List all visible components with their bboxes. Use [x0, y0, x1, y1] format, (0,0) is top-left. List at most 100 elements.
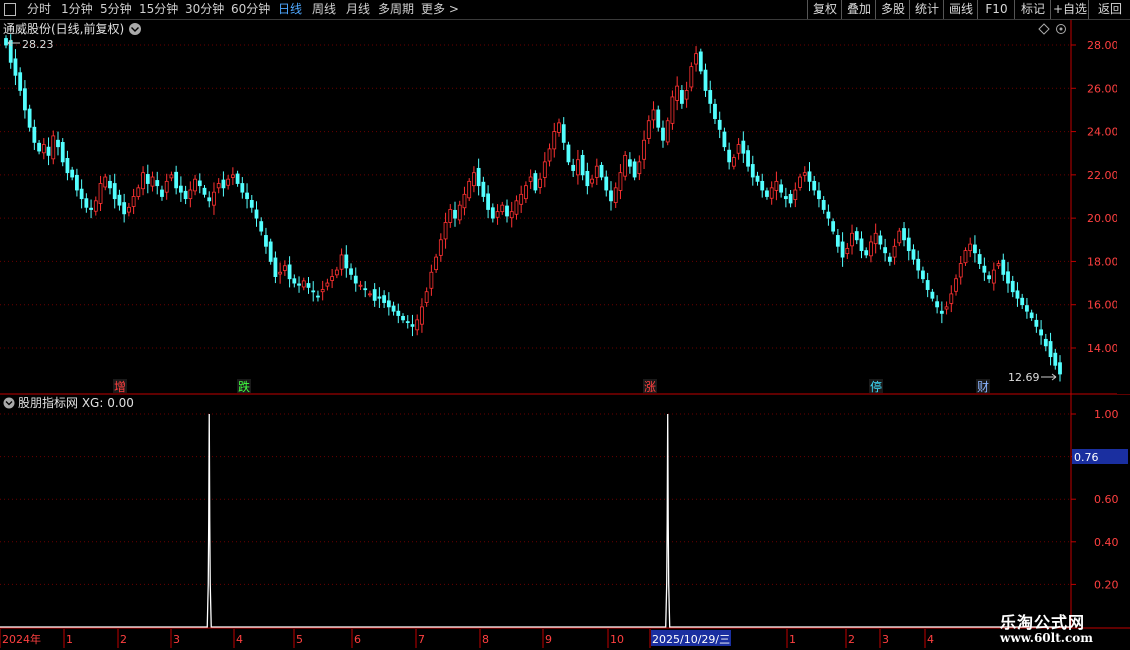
candle-body: [916, 258, 921, 271]
candle-body: [457, 204, 462, 221]
candle-body: [434, 256, 439, 271]
candle-body: [486, 193, 490, 210]
candle-body: [987, 275, 992, 280]
candle-body: [864, 250, 869, 256]
candle-body: [254, 209, 259, 219]
candle-body: [401, 316, 405, 321]
candle-body: [859, 238, 864, 252]
event-marker-1[interactable]: 跌: [237, 379, 251, 394]
candle-body: [311, 290, 316, 293]
candle-body: [679, 90, 684, 104]
candle-body: [661, 127, 665, 141]
candle-body: [585, 170, 590, 187]
candle-body: [278, 271, 283, 275]
candle-body: [70, 169, 75, 178]
event-marker-0[interactable]: 增: [113, 379, 127, 394]
event-marker-2[interactable]: 涨: [643, 379, 657, 394]
chart-area[interactable]: 28.00 26.00 24.00 22.00 20.00 18.00 16.00 14.00…: [0, 0, 1130, 650]
candle-body: [746, 150, 750, 167]
candle-body: [717, 119, 722, 130]
candle-body: [103, 176, 108, 188]
candle-body: [571, 164, 576, 171]
high-price-label: 28.23: [7, 38, 54, 51]
candle-body: [821, 199, 826, 210]
candle-body: [188, 189, 193, 200]
candle-body: [183, 190, 188, 200]
event-markers: 增跌涨停财: [113, 379, 990, 394]
candle-body: [873, 232, 878, 245]
candle-body: [1010, 280, 1015, 293]
candle-body: [627, 159, 632, 167]
candle-body: [1058, 362, 1062, 375]
candle-body: [37, 142, 41, 152]
settings-icon[interactable]: [1056, 24, 1066, 34]
candle-body: [368, 293, 372, 296]
price-tick-label: 16.00: [1087, 299, 1119, 312]
candle-body: [514, 200, 519, 215]
candle-body: [193, 178, 197, 192]
date-label: 4: [236, 633, 243, 646]
candle-body: [18, 72, 23, 91]
date-label: 3: [882, 633, 889, 646]
candle-body: [557, 122, 561, 133]
candle-body: [1015, 290, 1020, 299]
event-marker-4[interactable]: 财: [976, 379, 990, 394]
price-tick-label: 14.00: [1087, 342, 1119, 355]
svg-text:涨: 涨: [644, 379, 656, 394]
candle-body: [902, 228, 906, 241]
candle-body: [325, 282, 330, 287]
candle-body: [750, 164, 755, 178]
price-tick-label: 20.00: [1087, 212, 1119, 225]
xg-signal-series: [0, 413, 1071, 628]
candle-body: [826, 211, 831, 219]
candle-body: [240, 183, 245, 193]
candle-body: [906, 237, 911, 252]
diamond-icon[interactable]: [1038, 23, 1050, 35]
candle-body: [122, 202, 127, 215]
candle-body: [169, 174, 174, 179]
candle-body: [438, 239, 443, 256]
candle-body: [892, 245, 897, 258]
candle-body: [74, 174, 79, 191]
indicator-dropdown-icon[interactable]: [3, 397, 15, 409]
candle-body: [259, 221, 264, 232]
candle-body: [807, 171, 812, 182]
candle-body: [235, 173, 240, 184]
event-marker-3[interactable]: 停: [869, 379, 883, 394]
candle-body: [84, 198, 89, 208]
candle-body: [850, 232, 854, 247]
candle-body: [869, 241, 873, 257]
date-label: 2025/10/29/三: [652, 633, 730, 646]
candle-body: [552, 131, 557, 150]
candle-body: [108, 180, 112, 189]
candle-body: [996, 263, 1001, 267]
candle-body: [467, 180, 472, 199]
candle-body: [1048, 341, 1053, 358]
candle-body: [675, 85, 680, 101]
indicator-tick-label: 0.20: [1094, 578, 1119, 591]
candle-body: [60, 141, 65, 163]
candle-body: [580, 154, 585, 176]
svg-text:12.69: 12.69: [1008, 371, 1040, 384]
candle-body: [561, 124, 566, 143]
candle-body: [609, 190, 613, 202]
candle-body: [93, 200, 98, 212]
candle-body: [230, 174, 235, 178]
date-label: 2024年: [2, 632, 41, 646]
candle-body: [968, 243, 973, 252]
date-label: 9: [545, 633, 552, 646]
candle-body: [41, 144, 46, 154]
indicator-tick-label: 0.60: [1094, 493, 1119, 506]
candle-body: [731, 157, 736, 167]
svg-text:增: 增: [114, 380, 126, 394]
candle-body: [538, 178, 542, 188]
candle-body: [840, 241, 845, 258]
candle-body: [982, 265, 987, 273]
candle-body: [141, 172, 145, 190]
candle-body: [226, 178, 231, 186]
candle-body: [264, 235, 268, 247]
candle-body: [174, 171, 179, 189]
candle-body: [273, 257, 278, 277]
title-dropdown-icon[interactable]: [129, 23, 141, 35]
svg-text:跌: 跌: [238, 379, 250, 394]
